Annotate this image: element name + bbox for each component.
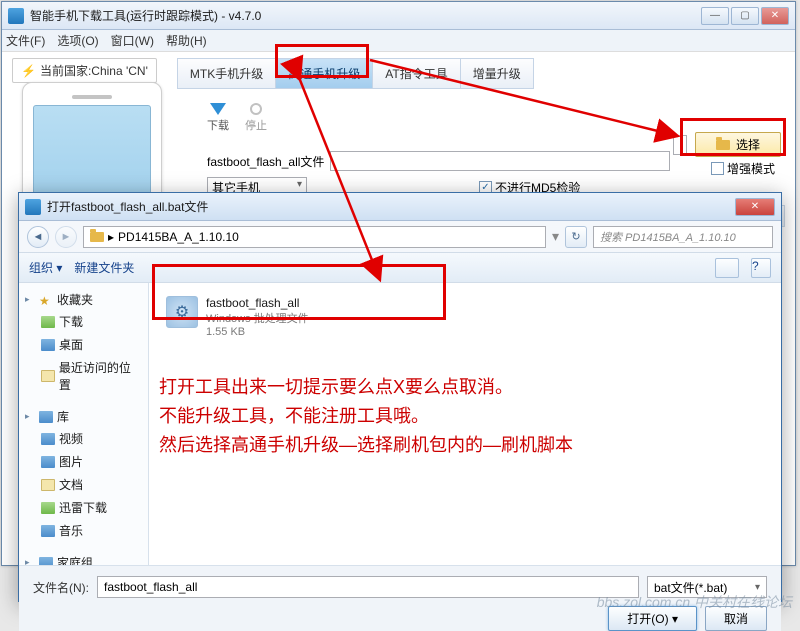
help-button[interactable]: ? (751, 258, 771, 278)
view-mode-button[interactable] (715, 258, 739, 278)
sb-recent[interactable]: 最近访问的位置 (59, 359, 142, 393)
organize-menu[interactable]: 组织 ▾ (29, 259, 62, 276)
menu-bar: 文件(F) 选项(O) 窗口(W) 帮助(H) (2, 30, 795, 52)
menu-help[interactable]: 帮助(H) (166, 32, 207, 49)
tabs: MTK手机升级 高通手机升级 AT指令工具 增量升级 (177, 58, 534, 89)
dialog-close-button[interactable]: ✕ (735, 198, 775, 216)
refresh-button[interactable]: ↻ (565, 226, 587, 248)
main-titlebar: 智能手机下载工具(运行时跟踪模式) - v4.7.0 — ▢ ✕ (2, 2, 795, 30)
sb-documents[interactable]: 文档 (59, 476, 83, 493)
dialog-icon (25, 199, 41, 215)
enhance-mode-checkbox[interactable]: 增强模式 (711, 160, 775, 177)
folder-icon (716, 140, 730, 150)
filename-label: 文件名(N): (33, 579, 89, 596)
file-path-input[interactable] (330, 151, 670, 171)
sb-homegroup[interactable]: 家庭组 (57, 554, 93, 565)
window-title: 智能手机下载工具(运行时跟踪模式) - v4.7.0 (30, 7, 701, 24)
folder-icon (90, 232, 104, 242)
tab-incr[interactable]: 增量升级 (461, 59, 533, 88)
download-icon (210, 103, 226, 115)
bat-file-icon (166, 296, 198, 328)
minimize-button[interactable]: — (701, 7, 729, 25)
bolt-icon: ⚡ (21, 64, 36, 78)
tab-mtk[interactable]: MTK手机升级 (178, 59, 276, 88)
maximize-button[interactable]: ▢ (731, 7, 759, 25)
close-button[interactable]: ✕ (761, 7, 789, 25)
sb-videos[interactable]: 视频 (59, 430, 83, 447)
address-bar[interactable]: ▸ PD1415BA_A_1.10.10 (83, 226, 546, 248)
country-box: ⚡ 当前国家:China 'CN' (12, 58, 157, 83)
file-item[interactable]: fastboot_flash_all Windows 批处理文件 1.55 KB (161, 291, 441, 343)
sb-downloads[interactable]: 下载 (59, 313, 83, 330)
sb-xunlei[interactable]: 迅雷下载 (59, 499, 107, 516)
watermark: bbs.zol.com.cn 中关村在线论坛 (597, 592, 792, 612)
file-open-dialog: 打开fastboot_flash_all.bat文件 ✕ ◄ ► ▸ PD141… (18, 192, 782, 602)
menu-file[interactable]: 文件(F) (6, 32, 45, 49)
sb-desktop[interactable]: 桌面 (59, 336, 83, 353)
file-list-area: fastboot_flash_all Windows 批处理文件 1.55 KB… (149, 283, 781, 565)
new-folder-button[interactable]: 新建文件夹 (74, 259, 134, 276)
app-icon (8, 8, 24, 24)
nav-fwd-button[interactable]: ► (55, 226, 77, 248)
stop-icon (250, 103, 262, 115)
stop-button[interactable]: 停止 (245, 103, 267, 133)
tab-at[interactable]: AT指令工具 (373, 59, 460, 88)
sb-favorites[interactable]: 收藏夹 (57, 291, 93, 308)
annotation-text: 打开工具出来一切提示要么点X要么点取消。 不能升级工具，不能注册工具哦。 然后选… (159, 373, 573, 459)
sb-pictures[interactable]: 图片 (59, 453, 83, 470)
country-label: 当前国家:China 'CN' (40, 62, 148, 79)
file-size: 1.55 KB (206, 326, 309, 338)
file-label: fastboot_flash_all文件 (207, 153, 324, 170)
dialog-title: 打开fastboot_flash_all.bat文件 (47, 198, 735, 215)
download-button[interactable]: 下载 (207, 103, 229, 133)
path-segment: PD1415BA_A_1.10.10 (118, 230, 239, 244)
file-type: Windows 批处理文件 (206, 310, 309, 326)
sb-music[interactable]: 音乐 (59, 522, 83, 539)
menu-select[interactable]: 选项(O) (57, 32, 98, 49)
sb-libraries[interactable]: 库 (57, 408, 69, 425)
file-name: fastboot_flash_all (206, 296, 309, 310)
tab-qcom[interactable]: 高通手机升级 (276, 59, 373, 88)
filename-input[interactable] (97, 576, 639, 598)
search-input[interactable]: 搜索 PD1415BA_A_1.10.10 (593, 226, 773, 248)
nav-back-button[interactable]: ◄ (27, 226, 49, 248)
dialog-sidebar: ▸★收藏夹 下载 桌面 最近访问的位置 ▸库 视频 图片 文档 迅雷下载 音乐 … (19, 283, 149, 565)
menu-window[interactable]: 窗口(W) (111, 32, 154, 49)
select-file-button[interactable]: 选择 (695, 132, 781, 157)
